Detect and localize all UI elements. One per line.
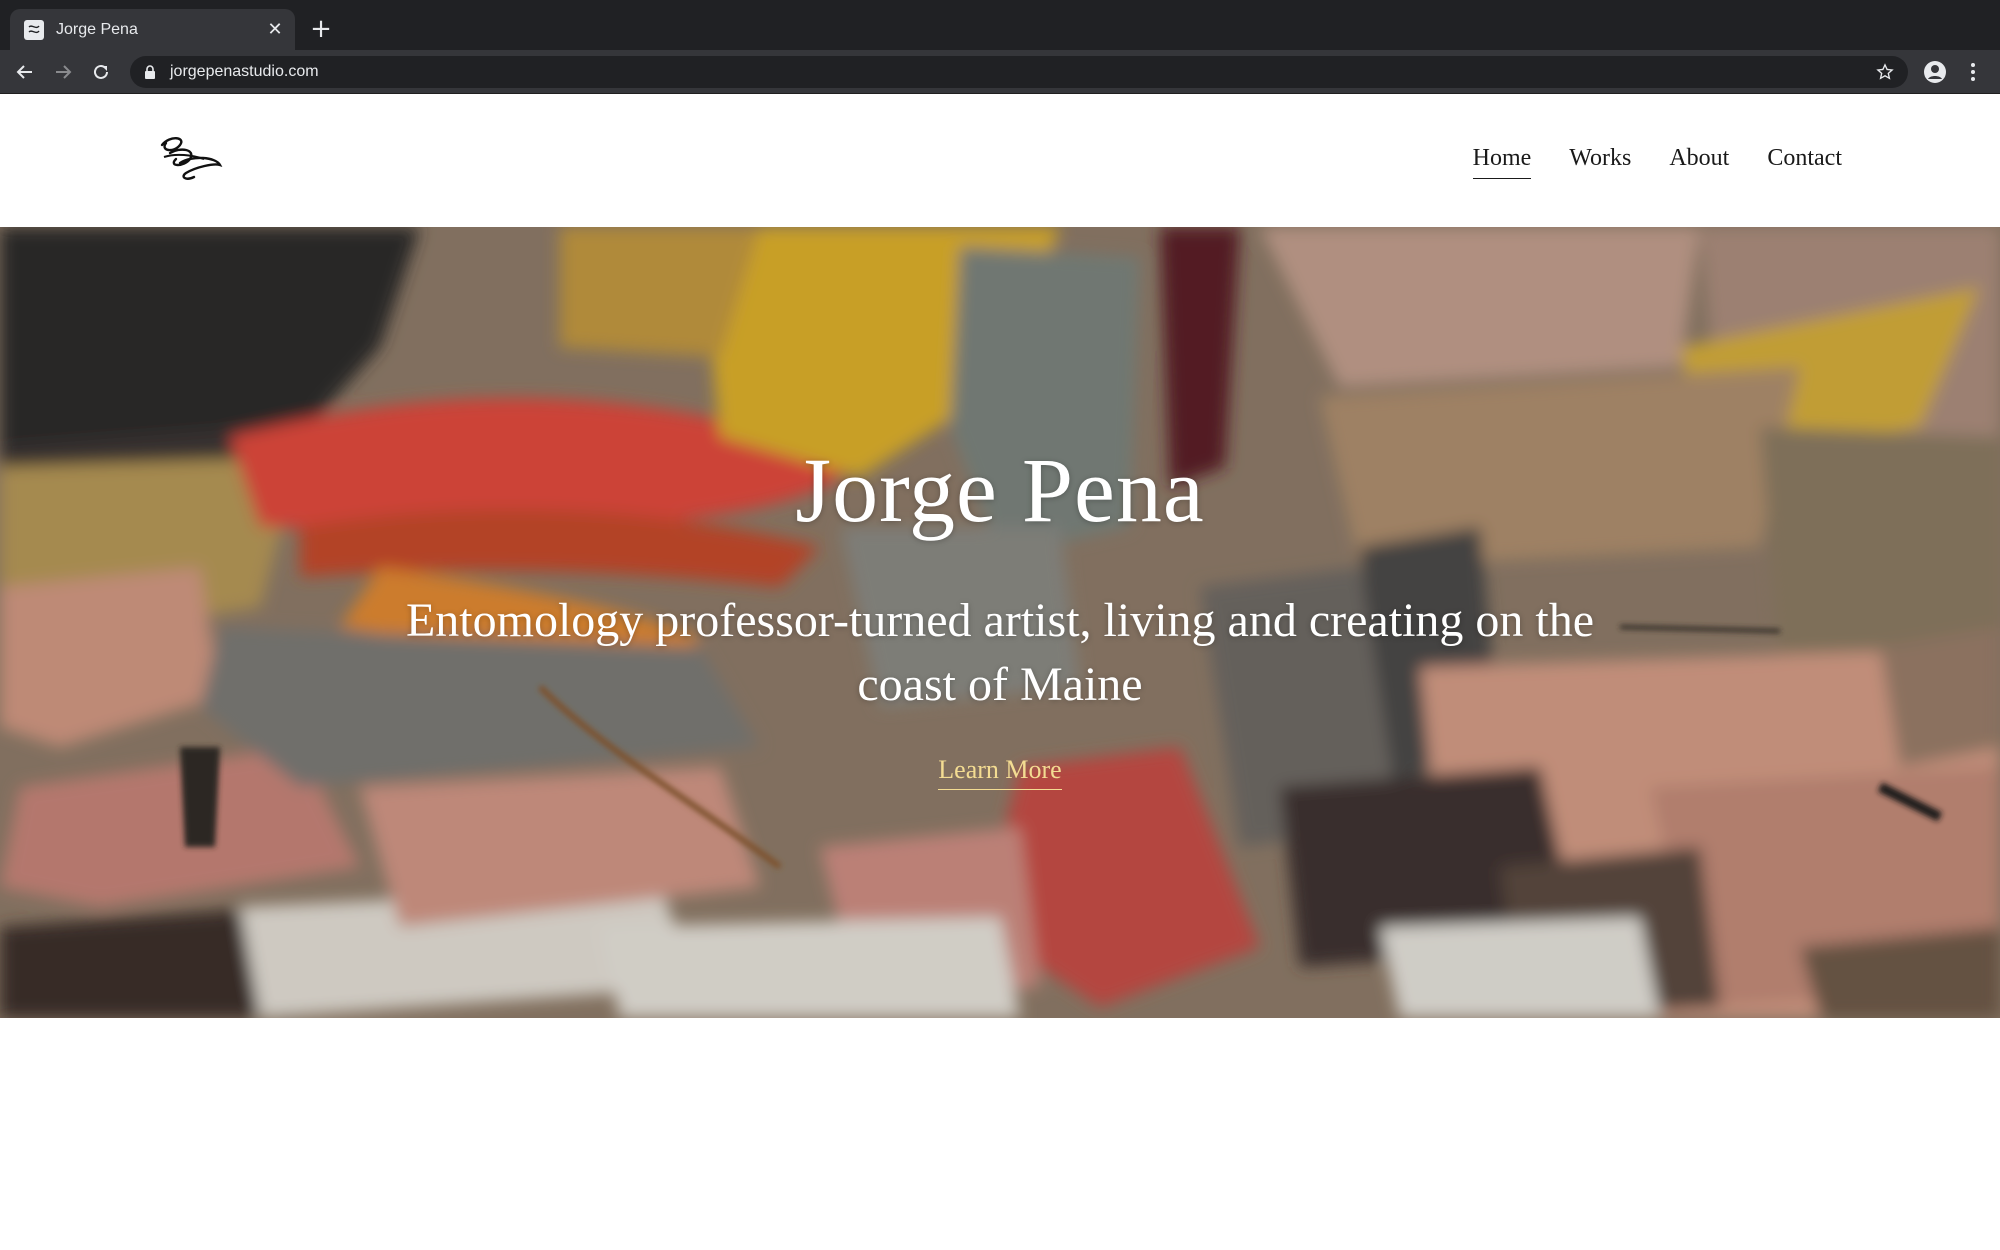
- nav-works-link[interactable]: Works: [1569, 145, 1631, 179]
- nav-contact-link[interactable]: Contact: [1767, 145, 1842, 179]
- star-icon[interactable]: [1870, 57, 1900, 87]
- nav-about-link[interactable]: About: [1669, 145, 1729, 179]
- back-arrow-icon[interactable]: [10, 57, 40, 87]
- browser-tabstrip: Jorge Pena ✕ +: [0, 0, 2000, 50]
- address-bar[interactable]: jorgepenastudio.com: [130, 56, 1908, 88]
- hero-subtitle: Entomology professor-turned artist, livi…: [405, 594, 1595, 711]
- site-favicon-icon: [24, 19, 44, 40]
- url-text: jorgepenastudio.com: [170, 63, 319, 80]
- close-tab-icon[interactable]: ✕: [263, 18, 287, 42]
- forward-arrow-icon[interactable]: [48, 57, 78, 87]
- nav-home-link[interactable]: Home: [1472, 145, 1532, 179]
- browser-toolbar: jorgepenastudio.com: [0, 50, 2000, 94]
- hero-title: Jorge Pena: [795, 439, 1205, 541]
- new-tab-icon[interactable]: +: [306, 14, 336, 44]
- site-nav: Home Works About Contact: [1472, 145, 1842, 179]
- hero-cta-wrapper: Learn More: [0, 755, 2000, 790]
- account-circle-icon[interactable]: [1920, 57, 1950, 87]
- reload-icon[interactable]: [86, 57, 116, 87]
- more-vert-icon[interactable]: [1958, 57, 1988, 87]
- site-logo-signature[interactable]: [156, 133, 226, 185]
- lock-icon: [144, 64, 158, 80]
- site-header: Home Works About Contact: [0, 95, 2000, 227]
- learn-more-link[interactable]: Learn More: [938, 755, 1062, 790]
- hero-section: Jorge Pena Entomology professor-turned a…: [0, 227, 2000, 1018]
- tab-title: Jorge Pena: [56, 20, 138, 38]
- browser-tab[interactable]: Jorge Pena ✕: [10, 9, 295, 50]
